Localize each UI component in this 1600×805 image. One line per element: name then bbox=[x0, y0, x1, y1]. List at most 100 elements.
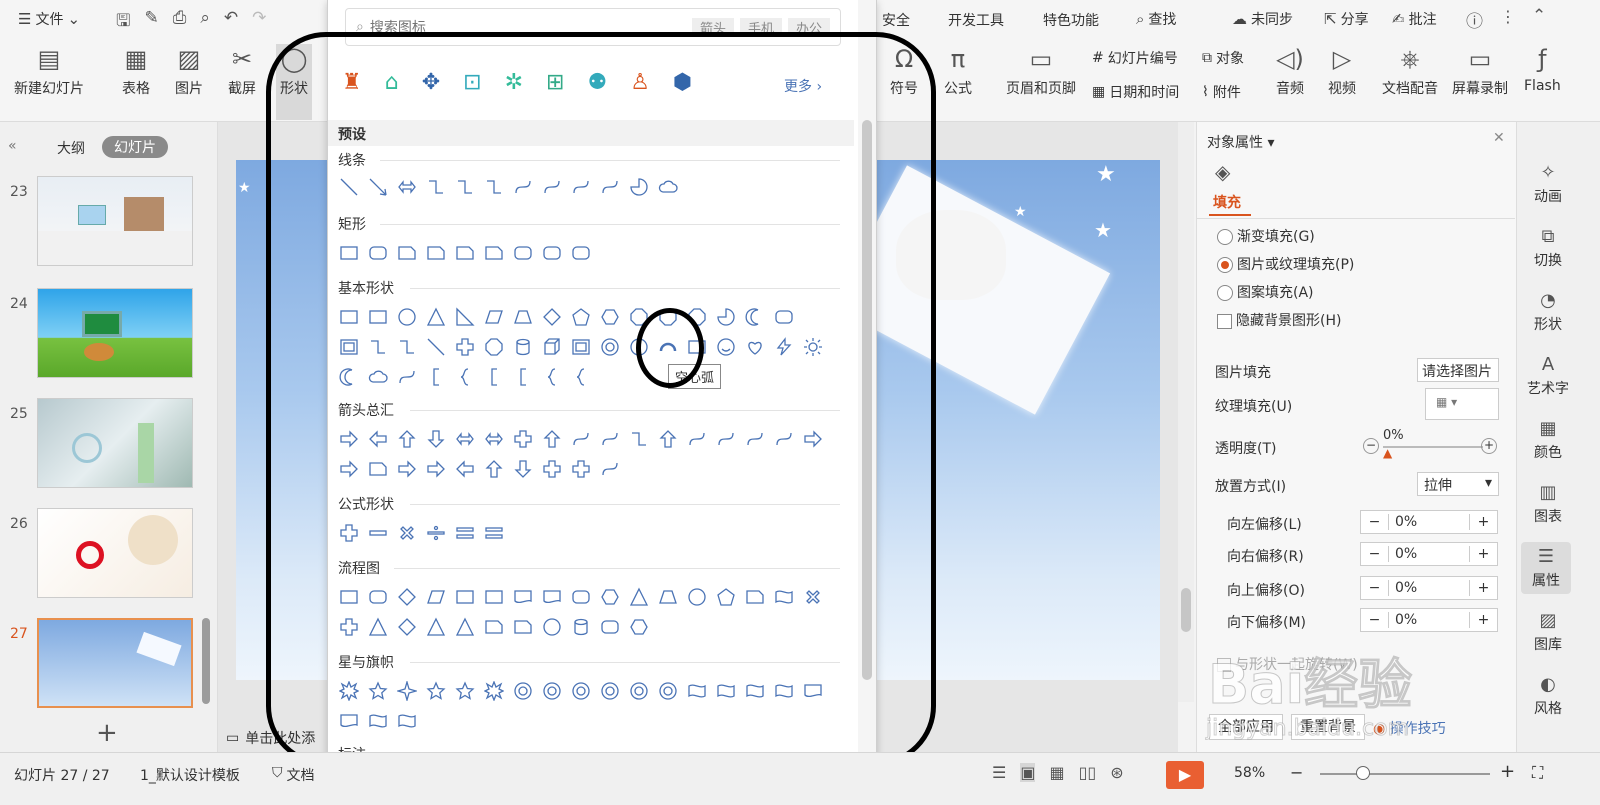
shape-burst-icon[interactable] bbox=[338, 680, 360, 702]
shape-uarrow-icon[interactable] bbox=[541, 428, 563, 450]
shape-rect-icon[interactable] bbox=[483, 586, 505, 608]
tab-fill[interactable]: 填充 bbox=[1213, 192, 1241, 212]
shape-rrect-icon[interactable] bbox=[773, 306, 795, 328]
shape-heart-icon[interactable] bbox=[744, 336, 766, 358]
shape-larrow-icon[interactable] bbox=[367, 428, 389, 450]
shape-rect-icon[interactable] bbox=[338, 586, 360, 608]
shape-moon-icon[interactable] bbox=[744, 306, 766, 328]
shape-rect-icon[interactable] bbox=[454, 586, 476, 608]
menu-developer[interactable]: 开发工具 bbox=[948, 10, 1004, 30]
close-icon[interactable]: ✕ bbox=[1493, 130, 1505, 146]
transparency-decrease-button[interactable]: − bbox=[1363, 438, 1379, 454]
shape-doc-icon[interactable] bbox=[338, 710, 360, 732]
shape-can-icon[interactable] bbox=[570, 616, 592, 638]
save-icon[interactable]: 🖫 bbox=[116, 8, 130, 37]
shape-oct-icon[interactable] bbox=[483, 336, 505, 358]
shape-curve-icon[interactable] bbox=[512, 176, 534, 198]
shape-brace-icon[interactable] bbox=[454, 366, 476, 388]
zoom-in-icon[interactable]: + bbox=[1500, 761, 1515, 782]
shape-eq-icon[interactable] bbox=[454, 522, 476, 544]
team-icon[interactable]: ⚉ bbox=[587, 70, 607, 95]
network-icon[interactable]: ✲ bbox=[505, 70, 523, 95]
collapse-ribbon-icon[interactable]: ⌃ bbox=[1532, 6, 1546, 26]
template-name[interactable]: 1_默认设计模板 bbox=[140, 765, 240, 785]
normal-view-icon[interactable]: ▣ bbox=[1020, 763, 1036, 782]
minus-icon[interactable]: − bbox=[1361, 612, 1389, 628]
shape-oct-icon[interactable] bbox=[686, 306, 708, 328]
shape-rarrow-icon[interactable] bbox=[802, 428, 824, 450]
shape-star5-icon[interactable] bbox=[367, 680, 389, 702]
sidebar-item-wordart[interactable]: A 艺术字 bbox=[1523, 354, 1573, 398]
sidebar-item-transition[interactable]: ⧉ 切换 bbox=[1523, 226, 1573, 270]
shape-seal-icon[interactable] bbox=[541, 680, 563, 702]
radio-pattern-fill[interactable]: 图案填充(A) bbox=[1217, 282, 1314, 302]
shape-sun-icon[interactable] bbox=[802, 336, 824, 358]
shape-elbow-icon[interactable] bbox=[483, 176, 505, 198]
shape-doc-icon[interactable] bbox=[512, 586, 534, 608]
minus-icon[interactable]: − bbox=[1361, 580, 1389, 596]
slide-thumbnail-25[interactable] bbox=[37, 398, 193, 488]
sync-status[interactable]: ☁ 未同步 bbox=[1232, 9, 1293, 29]
shape-lrarrow-icon[interactable] bbox=[483, 428, 505, 450]
sidebar-item-color[interactable]: ▦ 颜色 bbox=[1523, 418, 1573, 462]
symbol-button[interactable]: Ω 符号 bbox=[890, 44, 918, 98]
more-icons-link[interactable]: 更多 › bbox=[784, 76, 822, 96]
zoom-out-icon[interactable]: − bbox=[1290, 763, 1303, 782]
checkbox-hide-background[interactable]: 隐藏背景图形(H) bbox=[1217, 310, 1341, 330]
shape-snip-icon[interactable] bbox=[454, 242, 476, 264]
minus-icon[interactable]: − bbox=[1361, 514, 1389, 530]
shape-curve-icon[interactable] bbox=[396, 366, 418, 388]
shape-seal-icon[interactable] bbox=[512, 680, 534, 702]
shape-donut-icon[interactable] bbox=[599, 336, 621, 358]
shape-trap-icon[interactable] bbox=[657, 586, 679, 608]
shape-plus-icon[interactable] bbox=[338, 616, 360, 638]
shape-elbow-icon[interactable] bbox=[367, 336, 389, 358]
presenter-view-icon[interactable]: ⊛ bbox=[1110, 763, 1123, 782]
shape-burst-icon[interactable] bbox=[483, 680, 505, 702]
gallery-scroll-thumb[interactable] bbox=[862, 120, 872, 680]
shape-bracket-icon[interactable] bbox=[425, 366, 447, 388]
shape-diamond-icon[interactable] bbox=[396, 616, 418, 638]
shape-brace-icon[interactable] bbox=[541, 366, 563, 388]
shape-diamond-icon[interactable] bbox=[396, 586, 418, 608]
sidebar-item-animation[interactable]: ✧ 动画 bbox=[1523, 162, 1573, 206]
shape-rect-icon[interactable] bbox=[686, 336, 708, 358]
shape-curve-icon[interactable] bbox=[541, 176, 563, 198]
shape-star4-icon[interactable] bbox=[396, 680, 418, 702]
shape-curve-icon[interactable] bbox=[715, 428, 737, 450]
shape-tape-icon[interactable] bbox=[744, 680, 766, 702]
shape-tape-icon[interactable] bbox=[686, 680, 708, 702]
attachment-button[interactable]: ⌇ 附件 bbox=[1202, 82, 1241, 102]
format-painter-icon[interactable]: ✎ bbox=[144, 8, 158, 37]
screen-record-button[interactable]: ▭ 屏幕录制 bbox=[1452, 44, 1508, 98]
formula-button[interactable]: π 公式 bbox=[944, 44, 972, 98]
date-time-button[interactable]: ▦ 日期和时间 bbox=[1092, 82, 1179, 102]
shape-uarrow-icon[interactable] bbox=[396, 428, 418, 450]
shape-seal-icon[interactable] bbox=[628, 680, 650, 702]
shape-rrect-icon[interactable] bbox=[570, 242, 592, 264]
video-button[interactable]: ▷ 视频 bbox=[1328, 44, 1356, 98]
shape-line-icon[interactable] bbox=[338, 176, 360, 198]
doc-protect[interactable]: ⛉ 文档 bbox=[272, 765, 315, 785]
offset-up-spinner[interactable]: −0% + bbox=[1360, 576, 1498, 600]
shape-oct-icon[interactable] bbox=[628, 306, 650, 328]
collapse-panel-icon[interactable]: « bbox=[8, 138, 17, 154]
shape-curve-icon[interactable] bbox=[599, 458, 621, 480]
shape-rarrow-icon[interactable] bbox=[338, 458, 360, 480]
shape-plus-icon[interactable] bbox=[512, 428, 534, 450]
shape-snip-icon[interactable] bbox=[483, 242, 505, 264]
shape-trap-icon[interactable] bbox=[512, 306, 534, 328]
sidebar-item-shape[interactable]: ◔ 形状 bbox=[1523, 290, 1573, 334]
slide-thumbnail-23[interactable] bbox=[37, 176, 193, 266]
shape-oct-icon[interactable] bbox=[657, 306, 679, 328]
chart-people-icon[interactable]: ♙ bbox=[630, 70, 650, 95]
shape-doc-icon[interactable] bbox=[541, 586, 563, 608]
radio-gradient-fill[interactable]: 渐变填充(G) bbox=[1217, 226, 1315, 246]
minus-icon[interactable]: − bbox=[1361, 546, 1389, 562]
shape-rrect-icon[interactable] bbox=[570, 586, 592, 608]
shape-elbow-icon[interactable] bbox=[454, 176, 476, 198]
shape-rect-icon[interactable] bbox=[338, 306, 360, 328]
shape-snip-icon[interactable] bbox=[512, 616, 534, 638]
canvas-scroll-thumb[interactable] bbox=[1181, 588, 1191, 632]
shape-circle-icon[interactable] bbox=[628, 336, 650, 358]
